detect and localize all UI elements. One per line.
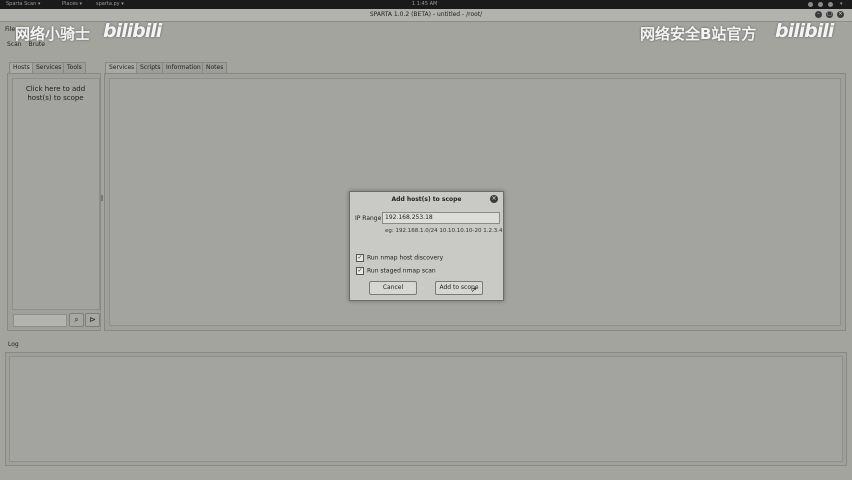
add-hosts-dialog: Add host(s) to scope × IP Range 192.168.… — [349, 191, 504, 301]
activities-menu[interactable]: Sparta Scan ▾ — [6, 1, 40, 7]
close-icon[interactable]: × — [490, 195, 498, 203]
staged-scan-label: Run staged nmap scan — [367, 267, 436, 275]
cancel-button[interactable]: Cancel — [369, 281, 417, 295]
filter-icon[interactable]: ⊳ — [85, 313, 100, 327]
host-filter-input[interactable] — [13, 314, 67, 327]
volume-icon[interactable] — [818, 2, 823, 7]
window-title: SPARTA 1.0.2 (BETA) - untitled - /root/ — [369, 11, 483, 18]
close-icon[interactable]: × — [837, 11, 844, 18]
host-discovery-checkbox[interactable]: ✓ — [356, 254, 364, 262]
staged-scan-option[interactable]: ✓ Run staged nmap scan — [356, 267, 436, 275]
host-discovery-label: Run nmap host discovery — [367, 254, 444, 262]
tab-information[interactable]: Information — [162, 62, 205, 73]
add-hosts-prompt[interactable]: Click here to add host(s) to scope — [13, 85, 98, 103]
tab-scripts[interactable]: Scripts — [136, 62, 165, 73]
tab-services[interactable]: Services — [32, 62, 66, 73]
tab-hosts[interactable]: Hosts — [9, 62, 34, 73]
watermark-left-logo: bilibili — [103, 20, 162, 42]
watermark-right-logo: bilibili — [775, 20, 834, 42]
log-panel — [5, 352, 847, 466]
log-label[interactable]: Log — [8, 341, 19, 348]
log-output[interactable] — [9, 356, 843, 462]
ip-range-example: eg: 192.168.1.0/24 10.10.10.10-20 1.2.3.… — [385, 228, 503, 234]
tab-tools[interactable]: Tools — [63, 62, 86, 73]
hosts-list[interactable]: Click here to add host(s) to scope — [12, 78, 100, 310]
chevron-down-icon[interactable]: ▾ — [840, 1, 843, 7]
ip-range-label: IP Range — [355, 215, 382, 222]
tab-services-main[interactable]: Services — [105, 62, 139, 73]
mouse-cursor-icon: ➚ — [471, 286, 477, 294]
ip-range-input[interactable]: 192.168.253.18 — [382, 212, 500, 224]
host-discovery-option[interactable]: ✓ Run nmap host discovery — [356, 254, 443, 262]
watermark-right-text: 网络安全B站官方 — [640, 25, 757, 43]
watermark-left-text: 网络小骑士 — [15, 25, 91, 43]
minimize-icon[interactable]: – — [815, 11, 822, 18]
system-top-bar: Sparta Scan ▾ Places ▾ sparta.py ▾ 1 1:4… — [0, 0, 852, 9]
power-icon[interactable] — [828, 2, 833, 7]
maximize-icon[interactable]: □ — [826, 11, 833, 18]
splitter-handle[interactable] — [101, 195, 103, 201]
left-panel: Click here to add host(s) to scope ⌕ ⊳ — [7, 73, 101, 331]
staged-scan-checkbox[interactable]: ✓ — [356, 267, 364, 275]
clock[interactable]: 1 1:45 AM — [412, 1, 437, 7]
dialog-title: Add host(s) to scope — [391, 196, 462, 203]
menu-file[interactable]: File — [5, 26, 15, 33]
app-menu[interactable]: sparta.py ▾ — [96, 1, 124, 7]
network-icon[interactable] — [808, 2, 813, 7]
places-menu[interactable]: Places ▾ — [62, 1, 82, 7]
tab-notes[interactable]: Notes — [202, 62, 228, 73]
search-icon[interactable]: ⌕ — [69, 313, 84, 327]
